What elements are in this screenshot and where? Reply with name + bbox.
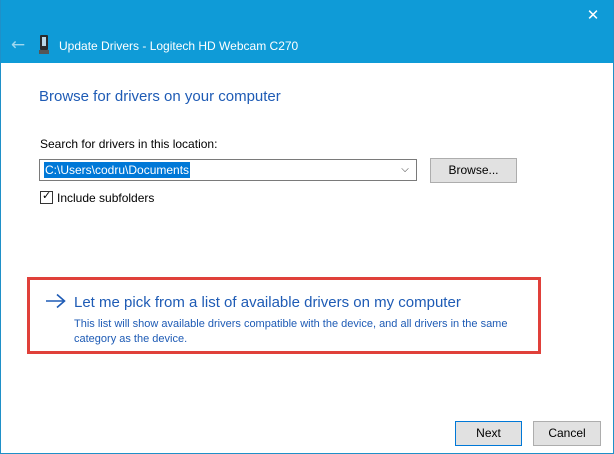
next-button[interactable]: Next — [455, 421, 522, 446]
back-arrow-icon[interactable]: ← — [9, 35, 27, 55]
webcam-device-icon — [39, 35, 49, 54]
pick-from-list-link[interactable]: Let me pick from a list of available dri… — [74, 294, 461, 311]
chevron-down-icon[interactable]: ⌵ — [398, 161, 412, 179]
driver-path-combobox[interactable]: C:\Users\codru\Documents ⌵ — [39, 159, 417, 181]
window-titlebar: ✕ — [1, 0, 613, 30]
search-location-label: Search for drivers in this location: — [40, 137, 218, 151]
update-drivers-window: ✕ ← Update Drivers - Logitech HD Webcam … — [0, 0, 614, 454]
checkmark-icon: ✓ — [42, 189, 52, 202]
include-subfolders-checkbox[interactable]: ✓ — [40, 189, 53, 204]
close-icon[interactable]: ✕ — [583, 5, 603, 25]
page-heading: Browse for drivers on your computer — [39, 88, 281, 105]
cancel-button[interactable]: Cancel — [533, 421, 601, 446]
dialog-title: Update Drivers - Logitech HD Webcam C270 — [59, 39, 299, 53]
browse-button[interactable]: Browse... — [430, 158, 517, 183]
pick-from-list-description: This list will show available drivers co… — [74, 318, 508, 345]
include-subfolders-label[interactable]: Include subfolders — [57, 191, 154, 205]
driver-path-input[interactable]: C:\Users\codru\Documents — [44, 162, 191, 178]
dialog-header: ← Update Drivers - Logitech HD Webcam C2… — [1, 30, 613, 63]
pick-from-list-option[interactable]: Let me pick from a list of available dri… — [27, 277, 541, 354]
arrow-right-icon — [46, 293, 66, 309]
